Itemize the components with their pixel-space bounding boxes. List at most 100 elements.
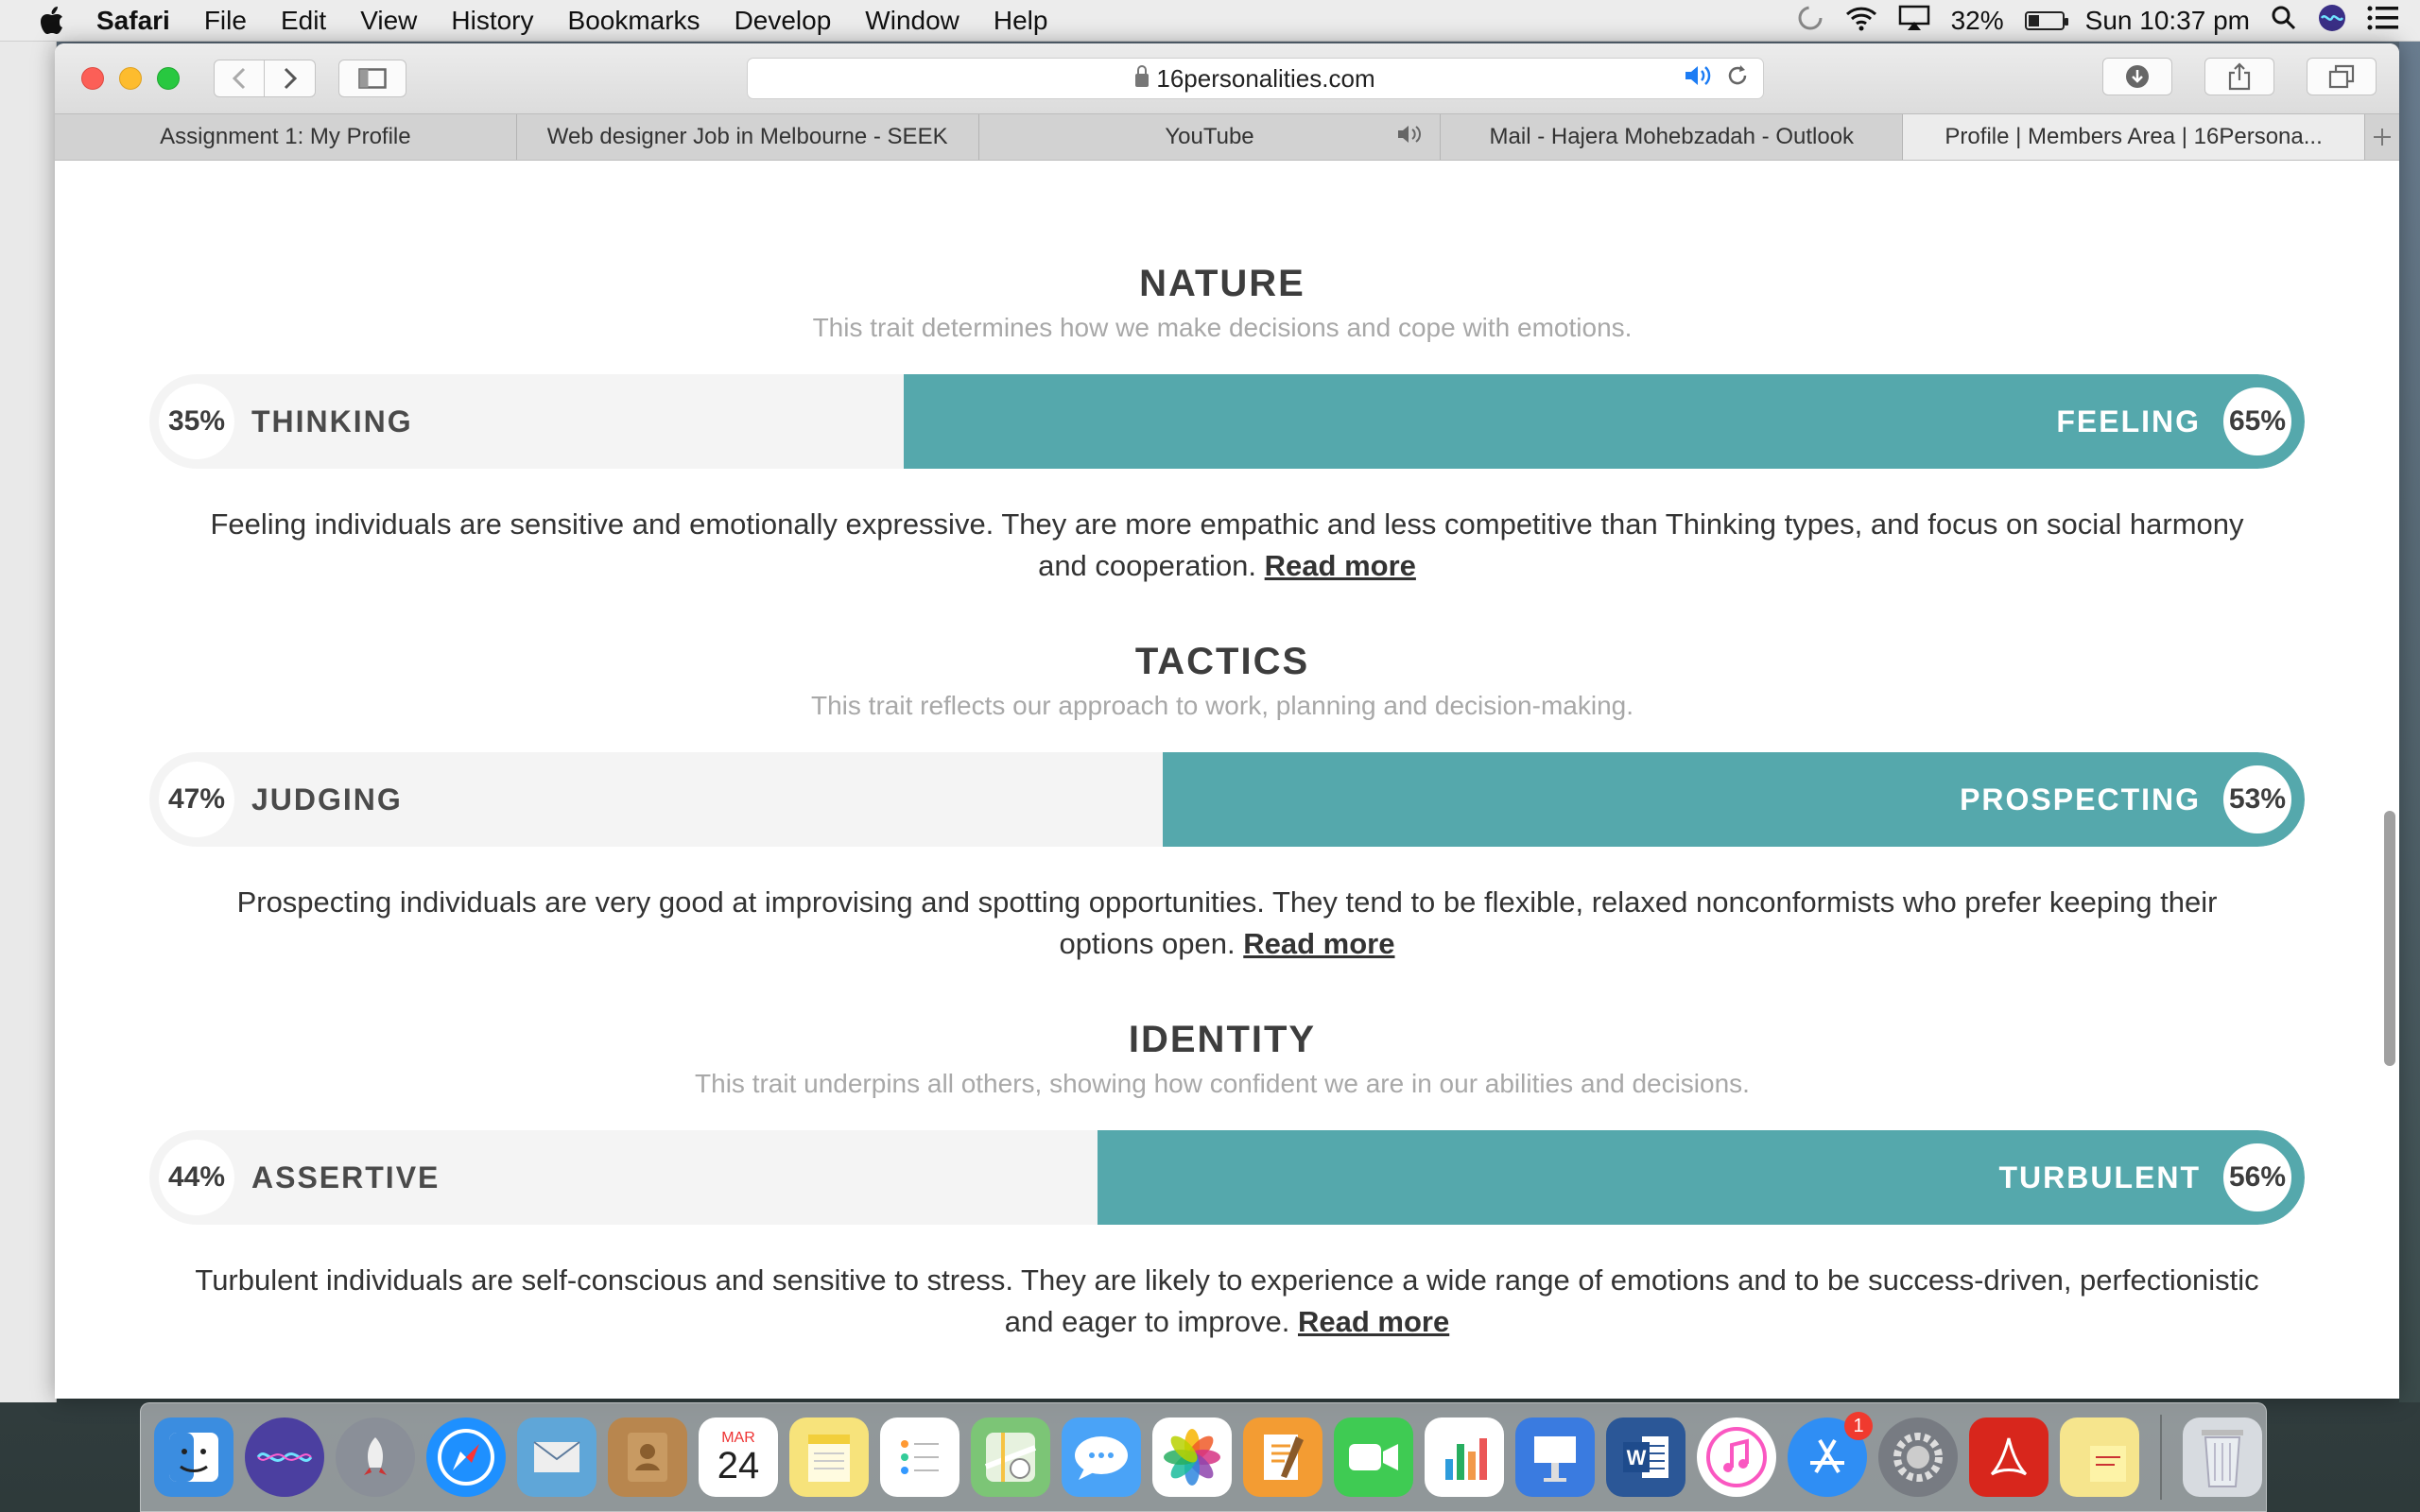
read-more-link[interactable]: Read more	[1298, 1305, 1449, 1338]
wifi-icon[interactable]	[1845, 5, 1877, 38]
zoom-window-button[interactable]	[157, 67, 180, 90]
itunes-icon[interactable]	[1697, 1418, 1776, 1497]
notification-center-icon[interactable]	[2367, 6, 2399, 37]
trait-bar: 44% ASSERTIVE TURBULENT 56%	[149, 1130, 2305, 1225]
tab-youtube[interactable]: YouTube	[979, 114, 1442, 160]
tab-16personalities-profile[interactable]: Profile | Members Area | 16Persona...	[1903, 114, 2365, 160]
apple-menu-icon[interactable]	[25, 6, 79, 35]
contacts-icon[interactable]	[608, 1418, 687, 1497]
tab-title: Profile | Members Area | 16Persona...	[1945, 124, 2323, 149]
system-preferences-icon[interactable]	[1878, 1418, 1958, 1497]
tab-outlook-mail[interactable]: Mail - Hajera Mohebzadah - Outlook	[1441, 114, 1904, 160]
forward-button[interactable]	[265, 60, 316, 97]
minimize-window-button[interactable]	[119, 67, 142, 90]
right-percentage: 53%	[2220, 762, 2295, 837]
sidebar-toggle-button[interactable]	[338, 60, 406, 97]
close-window-button[interactable]	[81, 67, 104, 90]
maps-icon[interactable]	[971, 1418, 1050, 1497]
downloads-button[interactable]	[2102, 58, 2172, 95]
reload-icon[interactable]	[1725, 63, 1750, 94]
mail-icon[interactable]	[517, 1418, 596, 1497]
siri-dock-icon[interactable]	[245, 1418, 324, 1497]
trait-title: IDENTITY	[1128, 1019, 1317, 1060]
left-percentage: 47%	[159, 762, 234, 837]
menu-history[interactable]: History	[434, 6, 550, 36]
spotlight-search-icon[interactable]	[2271, 5, 2297, 38]
left-trait-label: ASSERTIVE	[251, 1160, 441, 1194]
right-percentage: 65%	[2220, 384, 2295, 459]
numbers-icon[interactable]	[1425, 1418, 1504, 1497]
tab-seek-job[interactable]: Web designer Job in Melbourne - SEEK	[517, 114, 979, 160]
trait-title: TACTICS	[1134, 641, 1310, 682]
speaker-icon[interactable]	[1396, 124, 1425, 150]
left-trait-label: JUDGING	[251, 782, 403, 816]
app-store-icon[interactable]: 1	[1788, 1412, 1873, 1497]
menu-develop[interactable]: Develop	[717, 6, 849, 36]
trash-icon[interactable]	[2183, 1418, 2262, 1497]
menu-help[interactable]: Help	[977, 6, 1065, 36]
menu-edit[interactable]: Edit	[264, 6, 343, 36]
battery-icon[interactable]	[2024, 11, 2068, 30]
audio-playing-icon[interactable]	[1684, 64, 1712, 94]
tab-title: Mail - Hajera Mohebzadah - Outlook	[1489, 124, 1855, 149]
finder-icon[interactable]	[154, 1418, 233, 1497]
menu-bookmarks[interactable]: Bookmarks	[551, 6, 717, 36]
url-text: 16personalities.com	[1156, 63, 1375, 93]
clock[interactable]: Sun 10:37 pm	[2085, 6, 2250, 36]
siri-icon[interactable]	[2318, 4, 2346, 39]
trait-identity: IDENTITY This trait underpins all others…	[55, 1019, 2390, 1378]
dock: MAR 24 W 1	[140, 1402, 2267, 1512]
messages-icon[interactable]	[1062, 1418, 1141, 1497]
plus-icon	[2373, 129, 2391, 146]
chevron-left-icon	[232, 67, 246, 90]
lock-icon	[1135, 65, 1150, 87]
menu-window[interactable]: Window	[848, 6, 977, 36]
tab-title: Web designer Job in Melbourne - SEEK	[546, 124, 948, 149]
keynote-icon[interactable]	[1515, 1418, 1595, 1497]
spinner-icon[interactable]	[1796, 4, 1824, 39]
navigation-buttons	[214, 60, 316, 97]
trait-title: NATURE	[1139, 263, 1305, 304]
stickies-icon[interactable]	[2060, 1418, 2139, 1497]
new-tab-button[interactable]	[2365, 114, 2399, 160]
trait-subtitle: This trait underpins all others, showing…	[695, 1069, 1750, 1098]
right-trait-label: PROSPECTING	[1960, 782, 2201, 816]
menu-view[interactable]: View	[343, 6, 434, 36]
browser-toolbar: 16personalities.com	[55, 43, 2399, 113]
trait-description: Prospecting individuals are very good at…	[187, 882, 2267, 965]
vertical-scrollbar[interactable]	[2384, 811, 2395, 1066]
read-more-link[interactable]: Read more	[1265, 549, 1416, 582]
address-bar[interactable]: 16personalities.com	[747, 58, 1764, 99]
tabs-overview-icon	[2328, 64, 2355, 89]
description-text: Feeling individuals are sensitive and em…	[210, 507, 2244, 582]
download-icon	[2126, 65, 2149, 88]
safari-window: 16personalities.com Assignment 1: My Pro…	[55, 43, 2399, 1399]
calendar-icon[interactable]: MAR 24	[699, 1418, 778, 1497]
back-button[interactable]	[214, 60, 265, 97]
facetime-icon[interactable]	[1334, 1418, 1413, 1497]
airplay-icon[interactable]	[1898, 5, 1930, 38]
pages-icon[interactable]	[1243, 1418, 1322, 1497]
microsoft-word-icon[interactable]: W	[1606, 1418, 1685, 1497]
notes-icon[interactable]	[789, 1418, 869, 1497]
description-text: Turbulent individuals are self-conscious…	[195, 1263, 2259, 1338]
share-icon	[2228, 62, 2251, 91]
right-percentage: 56%	[2220, 1140, 2295, 1215]
share-button[interactable]	[2204, 58, 2274, 95]
adobe-acrobat-icon[interactable]	[1969, 1418, 2048, 1497]
menu-app-name[interactable]: Safari	[79, 6, 187, 36]
left-percentage: 44%	[159, 1140, 234, 1215]
menu-file[interactable]: File	[187, 6, 264, 36]
read-more-link[interactable]: Read more	[1243, 927, 1394, 960]
photos-icon[interactable]	[1152, 1418, 1232, 1497]
svg-text:W: W	[1627, 1446, 1647, 1469]
calendar-day: 24	[717, 1445, 760, 1486]
launchpad-icon[interactable]	[336, 1418, 415, 1497]
reminders-icon[interactable]	[880, 1418, 959, 1497]
tab-assignment-profile[interactable]: Assignment 1: My Profile	[55, 114, 517, 160]
show-all-tabs-button[interactable]	[2307, 58, 2377, 95]
left-percentage: 35%	[159, 384, 234, 459]
right-trait-label: FEELING	[2056, 404, 2201, 438]
safari-dock-icon[interactable]	[426, 1418, 506, 1497]
menu-bar: Safari File Edit View History Bookmarks …	[0, 0, 2420, 42]
